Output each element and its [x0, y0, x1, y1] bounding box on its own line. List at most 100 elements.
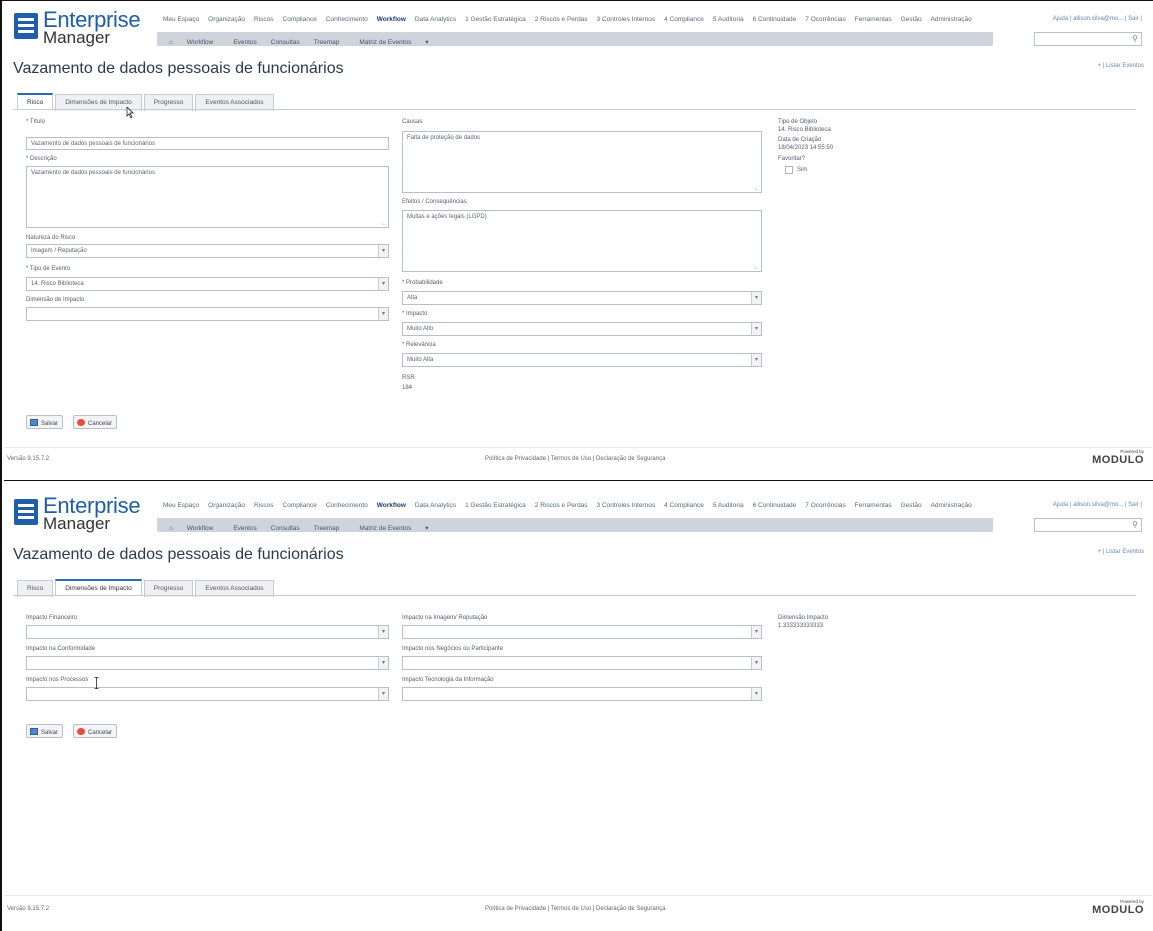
nav-item-riscos-perdas[interactable]: 2 Riscos e Perdas — [535, 502, 588, 509]
impacto-negocios-select[interactable]: ▾ — [402, 656, 762, 670]
nav-item-conhecimento[interactable]: Conhecimento — [326, 16, 368, 23]
nav-item-riscos[interactable]: Riscos — [254, 16, 274, 23]
nav-item-gestao[interactable]: Gestão — [901, 16, 922, 23]
chevron-down-icon[interactable]: ▾ — [751, 292, 761, 304]
chevron-down-icon[interactable]: ▾ — [751, 688, 761, 700]
favoritar-checkbox[interactable] — [785, 166, 793, 174]
efeitos-label: Efeitos / Consequências — [402, 199, 467, 205]
subnav-eventos[interactable]: Eventos — [233, 39, 257, 46]
nav-item-gestao-estrategica[interactable]: 1 Gestão Estratégica — [465, 502, 526, 509]
nav-item-ferramentas[interactable]: Ferramentas — [855, 16, 892, 23]
impacto-imagem-select[interactable]: ▾ — [402, 625, 762, 639]
resize-grip-icon[interactable]: ∟ — [381, 221, 387, 227]
nav-item-administracao[interactable]: Administração — [931, 502, 972, 509]
probabilidade-select[interactable]: Alta ▾ — [402, 291, 762, 305]
nav-item-ferramentas[interactable]: Ferramentas — [855, 502, 892, 509]
footer-links[interactable]: Política de Privacidade | Termos de Uso … — [485, 906, 665, 912]
subnav-workflow[interactable]: ⌂ Workflow — [163, 36, 219, 46]
chevron-down-icon[interactable]: ▾ — [378, 308, 388, 320]
dimensao-impacto-select[interactable]: ▾ — [26, 307, 389, 321]
nav-item-auditoria[interactable]: 5 Auditoria — [713, 502, 744, 509]
enterprise-manager-logo[interactable]: Enterprise Manager — [13, 9, 153, 46]
descricao-field[interactable]: Vazamento de dados pessoais de funcionár… — [26, 166, 389, 228]
impacto-financeiro-select[interactable]: ▾ — [26, 625, 389, 639]
nav-item-continuidade[interactable]: 6 Continuidade — [753, 16, 797, 23]
nav-item-compliance-4[interactable]: 4 Compliance — [664, 16, 704, 23]
tab-dimensoes-impacto[interactable]: Dimensões de Impacto — [55, 579, 142, 596]
efeitos-field[interactable]: Multas e ações legais (LGPD) ∟ — [402, 210, 762, 272]
subnav-workflow[interactable]: ⌂ Workflow — [163, 522, 219, 532]
nav-item-riscos-perdas[interactable]: 2 Riscos e Perdas — [535, 16, 588, 23]
search-icon[interactable]: ⚲ — [1132, 520, 1138, 529]
natureza-risco-label: Natureza do Risco — [26, 235, 76, 241]
nav-item-meu-espaco[interactable]: Meu Espaço — [163, 502, 199, 509]
relevancia-select[interactable]: Muito Alta ▾ — [402, 353, 762, 367]
nav-item-ocorrencias[interactable]: 7 Ocorrências — [805, 16, 845, 23]
subnav-workflow-label: Workflow — [186, 525, 214, 532]
nav-item-compliance-4[interactable]: 4 Compliance — [664, 502, 704, 509]
nav-item-ocorrencias[interactable]: 7 Ocorrências — [805, 502, 845, 509]
nav-item-auditoria[interactable]: 5 Auditoria — [713, 16, 744, 23]
natureza-risco-select[interactable]: Imagem / Reputação ▾ — [26, 244, 389, 258]
chevron-down-icon[interactable]: ▾ — [378, 626, 388, 638]
nav-item-controles-internos[interactable]: 3 Controles Internos — [597, 16, 656, 23]
tipo-evento-select[interactable]: 14. Risco Biblioteca ▾ — [26, 277, 389, 291]
search-input[interactable]: ⚲ — [1034, 32, 1142, 46]
nav-item-compliance[interactable]: Compliance — [283, 502, 317, 509]
subnav-matriz-eventos[interactable]: Matriz de Eventos ▾ — [353, 521, 434, 532]
footer-links[interactable]: Política de Privacidade | Termos de Uso … — [485, 456, 665, 462]
subnav-treemap[interactable]: Treemap — [314, 525, 340, 532]
chevron-down-icon[interactable]: ▾ — [378, 657, 388, 669]
nav-item-data-analytics[interactable]: Data Analytics — [415, 16, 456, 23]
nav-item-gestao[interactable]: Gestão — [901, 502, 922, 509]
resize-grip-icon[interactable]: ∟ — [754, 186, 760, 192]
screen-dimensoes-tab: Enterprise Manager Meu Espaço Organização… — [5, 487, 1152, 923]
subnav-consultas[interactable]: Consultas — [271, 39, 300, 46]
search-icon[interactable]: ⚲ — [1132, 34, 1138, 43]
nav-item-organizacao[interactable]: Organização — [208, 502, 245, 509]
titulo-field[interactable]: Vazamento de dados pessoais de funcionár… — [26, 137, 389, 150]
subnav-matriz-eventos[interactable]: Matriz de Eventos ▾ — [353, 35, 434, 46]
nav-item-administracao[interactable]: Administração — [931, 16, 972, 23]
impacto-conformidade-select[interactable]: ▾ — [26, 656, 389, 670]
tab-risco[interactable]: Risco — [17, 93, 54, 110]
save-button[interactable]: Salvar — [26, 415, 64, 429]
subnav-eventos[interactable]: Eventos — [233, 525, 257, 532]
user-links[interactable]: Ajuda | allison.silva@mo... | Sair | — [1053, 16, 1142, 22]
nav-item-continuidade[interactable]: 6 Continuidade — [753, 502, 797, 509]
user-links[interactable]: Ajuda | allison.silva@mo... | Sair | — [1053, 502, 1142, 508]
nav-item-riscos[interactable]: Riscos — [254, 502, 274, 509]
chevron-down-icon[interactable]: ▾ — [751, 323, 761, 335]
nav-item-controles-internos[interactable]: 3 Controles Internos — [597, 502, 656, 509]
causas-field[interactable]: Falta de proteção de dados ∟ — [402, 131, 762, 193]
subnav-treemap[interactable]: Treemap — [314, 39, 340, 46]
chevron-down-icon[interactable]: ▾ — [378, 278, 388, 290]
search-input[interactable]: ⚲ — [1034, 518, 1142, 532]
nav-item-data-analytics[interactable]: Data Analytics — [415, 502, 456, 509]
nav-item-gestao-estrategica[interactable]: 1 Gestão Estratégica — [465, 16, 526, 23]
nav-item-workflow[interactable]: Workflow — [377, 502, 406, 509]
nav-item-organizacao[interactable]: Organização — [208, 16, 245, 23]
cancel-button[interactable]: Cancelar — [73, 415, 118, 429]
impacto-select[interactable]: Muito Alto ▾ — [402, 322, 762, 336]
enterprise-manager-logo[interactable]: Enterprise Manager — [13, 495, 153, 532]
chevron-down-icon[interactable]: ▾ — [378, 245, 388, 257]
save-button[interactable]: Salvar — [26, 724, 64, 738]
list-events-link[interactable]: + | Listar Eventos — [1098, 63, 1144, 69]
nav-item-compliance[interactable]: Compliance — [283, 16, 317, 23]
nav-item-conhecimento[interactable]: Conhecimento — [326, 502, 368, 509]
impacto-ti-select[interactable]: ▾ — [402, 687, 762, 701]
nav-item-workflow[interactable]: Workflow — [377, 16, 406, 23]
subnav-consultas[interactable]: Consultas — [271, 525, 300, 532]
chevron-down-icon[interactable]: ▾ — [751, 354, 761, 366]
chevron-down-icon[interactable]: ▾ — [751, 626, 761, 638]
text-cursor-icon — [94, 677, 99, 689]
impacto-ti-label: Impacto Tecnologia da Informação — [402, 677, 494, 683]
nav-item-meu-espaco[interactable]: Meu Espaço — [163, 16, 199, 23]
resize-grip-icon[interactable]: ∟ — [754, 265, 760, 271]
impacto-processos-select[interactable]: ▾ — [26, 687, 389, 701]
chevron-down-icon[interactable]: ▾ — [378, 688, 388, 700]
cancel-button[interactable]: Cancelar — [73, 724, 118, 738]
list-events-link[interactable]: + | Listar Eventos — [1098, 549, 1144, 555]
chevron-down-icon[interactable]: ▾ — [751, 657, 761, 669]
